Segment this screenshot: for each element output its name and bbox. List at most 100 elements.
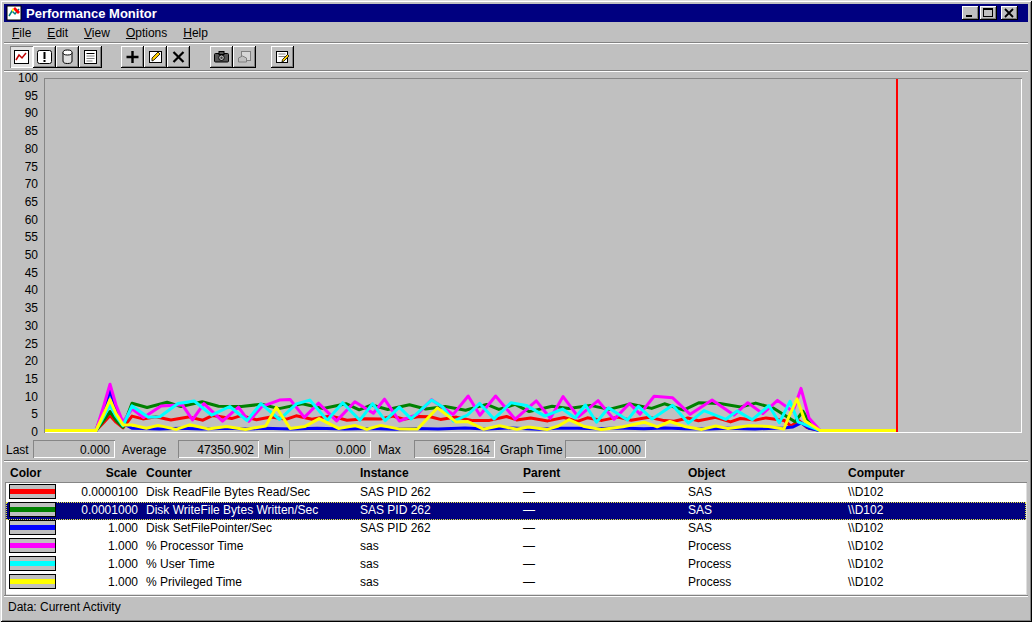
options-button[interactable]: [271, 46, 294, 68]
menu-help[interactable]: Help: [175, 24, 216, 42]
graph-time-label: Graph Time: [500, 443, 563, 457]
legend-row[interactable]: 1.000 % Privileged Time sas — Process \\D102: [6, 574, 1026, 592]
update-counter-data-button[interactable]: [210, 46, 233, 68]
valuebar-legend-divider: [4, 460, 1028, 462]
chart-plot: [45, 79, 1021, 432]
cell-scale: 0.0001000: [61, 502, 138, 519]
legend-row[interactable]: 0.0001000 Disk WriteFile Bytes Written/Se…: [6, 502, 1026, 520]
y-axis-label: 70: [8, 178, 38, 190]
delete-selection-icon: [170, 49, 187, 65]
title-bar: Performance Monitor: [4, 4, 1028, 22]
color-swatch: [9, 520, 56, 535]
color-swatch: [9, 556, 56, 571]
color-swatch: [9, 574, 56, 589]
close-button[interactable]: [1001, 6, 1018, 20]
y-axis-label: 65: [8, 196, 38, 208]
maximize-button[interactable]: [980, 6, 997, 20]
min-value: 0.000: [289, 440, 371, 458]
menu-bar: FileEditViewOptionsHelp: [4, 24, 216, 42]
menu-edit[interactable]: Edit: [39, 24, 76, 42]
minimize-button[interactable]: [962, 6, 979, 20]
y-axis-label: 15: [8, 373, 38, 385]
cell-parent: —: [523, 574, 535, 591]
chart-view-button[interactable]: [10, 46, 33, 68]
cell-computer: \\D102: [848, 520, 883, 537]
y-axis-label: 5: [8, 408, 38, 420]
last-value: 0.000: [33, 440, 115, 458]
options-icon: [274, 49, 291, 65]
menu-options[interactable]: Options: [118, 24, 175, 42]
cell-scale: 0.0000100: [61, 484, 138, 501]
average-value: 47350.902: [178, 440, 259, 458]
cell-counter: Disk WriteFile Bytes Written/Sec: [146, 502, 318, 519]
modify-selection-icon: [147, 49, 164, 65]
y-axis-label: 95: [8, 90, 38, 102]
last-label: Last: [6, 443, 29, 457]
y-axis-label: 10: [8, 391, 38, 403]
cell-instance: sas: [360, 574, 379, 591]
report-view-button[interactable]: [79, 46, 102, 68]
legend-row[interactable]: 1.000% User Timesas—Process\\D102: [6, 556, 1026, 574]
legend-header-computer: Computer: [848, 466, 905, 480]
add-counter-icon: [124, 49, 141, 65]
bookmark-button[interactable]: [233, 46, 256, 68]
y-axis-label: 40: [8, 284, 38, 296]
close-icon: [1001, 6, 1018, 20]
average-label: Average: [122, 443, 166, 457]
cell-counter: % Privileged Time: [146, 574, 242, 591]
cell-parent: —: [523, 520, 535, 537]
cell-computer: \\D102: [848, 556, 883, 573]
menu-view[interactable]: View: [76, 24, 118, 42]
window-frame: Performance Monitor FileEditViewOptionsH…: [0, 0, 1032, 622]
menu-file[interactable]: File: [4, 24, 39, 42]
cell-instance: SAS PID 262: [360, 502, 431, 519]
cell-parent: —: [523, 502, 535, 519]
cell-scale: 1.000: [61, 556, 138, 573]
time-marker-line: [896, 79, 898, 432]
legend-row[interactable]: 0.0000100Disk ReadFile Bytes Read/SecSAS…: [6, 484, 1026, 502]
y-axis-label: 90: [8, 107, 38, 119]
maximize-icon: [980, 6, 997, 20]
toolbar-chart-divider: [4, 70, 1028, 72]
cell-instance: sas: [360, 538, 379, 555]
legend-header-color: Color: [10, 466, 41, 480]
y-axis-label: 45: [8, 267, 38, 279]
add-counter-button[interactable]: [121, 46, 144, 68]
update-counter-data-icon: [213, 49, 230, 65]
cell-counter: Disk SetFilePointer/Sec: [146, 520, 272, 537]
max-label: Max: [378, 443, 401, 457]
legend-header-scale: Scale: [60, 466, 137, 480]
log-view-button[interactable]: [56, 46, 79, 68]
report-view-icon: [82, 49, 99, 65]
legend-status-divider: [4, 595, 1028, 597]
log-view-icon: [59, 49, 76, 65]
cell-computer: \\D102: [848, 538, 883, 555]
cell-computer: \\D102: [848, 574, 883, 591]
y-axis-label: 100: [8, 72, 38, 84]
y-axis-label: 60: [8, 214, 38, 226]
cell-computer: \\D102: [848, 484, 883, 501]
graph-time-value: 100.000: [565, 440, 646, 458]
y-axis-label: 25: [8, 338, 38, 350]
app-icon: [6, 5, 22, 21]
legend-row[interactable]: 1.000% Processor Timesas—Process\\D102: [6, 538, 1026, 556]
min-label: Min: [264, 443, 283, 457]
cell-object: Process: [688, 538, 731, 555]
cell-scale: 1.000: [61, 574, 138, 591]
color-swatch: [9, 502, 56, 517]
y-axis-label: 85: [8, 125, 38, 137]
y-axis-label: 75: [8, 161, 38, 173]
menu-toolbar-divider: [4, 42, 1028, 44]
cell-object: Process: [688, 574, 731, 591]
cell-parent: —: [523, 484, 535, 501]
y-axis-label: 30: [8, 320, 38, 332]
cell-counter: % User Time: [146, 556, 215, 573]
cell-instance: sas: [360, 556, 379, 573]
delete-selection-button[interactable]: [167, 46, 190, 68]
modify-selection-button[interactable]: [144, 46, 167, 68]
legend-row[interactable]: 1.000Disk SetFilePointer/SecSAS PID 262—…: [6, 520, 1026, 538]
color-swatch: [9, 484, 56, 499]
cell-parent: —: [523, 556, 535, 573]
alert-view-button[interactable]: [33, 46, 56, 68]
cell-counter: % Processor Time: [146, 538, 243, 555]
